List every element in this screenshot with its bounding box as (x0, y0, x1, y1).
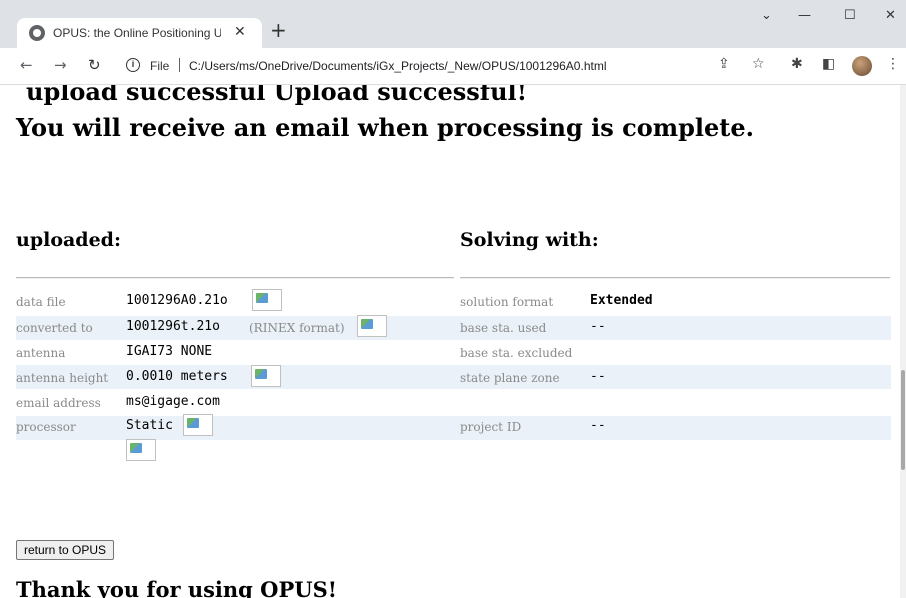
browser-toolbar: ← → ↻ i File C:/Users/ms/OneDrive/Docume… (0, 48, 906, 85)
info-icon[interactable]: i (126, 58, 140, 72)
data-file-value: 1001296A0.21o (126, 293, 228, 308)
email-address-label: email address (16, 396, 101, 410)
base-sta-used-value: -- (590, 319, 606, 334)
tab-close-icon[interactable]: ✕ (234, 23, 246, 40)
antenna-height-value: 0.0010 meters (126, 369, 228, 384)
solution-format-label: solution format (460, 295, 554, 309)
share-icon[interactable]: ⇪ (718, 56, 730, 72)
minimize-icon[interactable]: — (798, 8, 811, 23)
broken-image-icon (252, 289, 282, 311)
broken-image-icon (357, 315, 387, 337)
converted-to-label: converted to (16, 321, 93, 335)
forward-icon[interactable]: → (54, 56, 67, 74)
converted-to-value: 1001296t.21o (126, 319, 220, 334)
email-address-value: ms@igage.com (126, 394, 220, 409)
uploaded-heading: uploaded: (16, 229, 121, 251)
broken-image-icon (126, 439, 156, 461)
processor-value: Static (126, 418, 173, 433)
divider-right (460, 277, 890, 279)
broken-image-icon (251, 365, 281, 387)
data-file-label: data file (16, 295, 66, 309)
antenna-value: IGAI73 NONE (126, 344, 213, 359)
state-plane-zone-label: state plane zone (460, 371, 560, 385)
processing-note: You will receive an email when processin… (16, 113, 754, 142)
antenna-label: antenna (16, 346, 66, 360)
processor-label: processor (16, 420, 76, 434)
extensions-icon[interactable]: ✱ (791, 56, 803, 72)
page-scrollbar[interactable] (900, 85, 906, 598)
project-id-value: -- (590, 418, 606, 433)
solution-format-value: Extended (590, 293, 653, 308)
thank-you-message: Thank you for using OPUS! (16, 577, 337, 598)
return-to-opus-button[interactable]: return to OPUS (16, 540, 115, 560)
tab-search-icon[interactable]: ⌄ (761, 8, 772, 23)
globe-icon (29, 25, 45, 41)
browser-tab[interactable]: OPUS: the Online Positioning Use ✕ (17, 18, 262, 48)
star-icon[interactable]: ☆ (752, 56, 765, 72)
browser-titlebar: OPUS: the Online Positioning Use ✕ + ⌄ —… (0, 0, 906, 48)
file-label: File (150, 59, 170, 73)
base-sta-used-label: base sta. used (460, 321, 547, 335)
reload-icon[interactable]: ↻ (88, 56, 101, 74)
maximize-icon[interactable]: ☐ (844, 8, 856, 23)
sidepanel-icon[interactable]: ◧ (822, 56, 835, 72)
new-tab-button[interactable]: + (270, 20, 287, 40)
page-content: upload successful Upload successful! You… (0, 85, 900, 598)
base-sta-excluded-label: base sta. excluded (460, 346, 573, 360)
menu-icon[interactable]: ⋮ (886, 56, 900, 72)
antenna-height-label: antenna height (16, 371, 109, 385)
state-plane-zone-value: -- (590, 369, 606, 384)
back-icon[interactable]: ← (20, 56, 33, 74)
close-window-icon[interactable]: ✕ (885, 8, 896, 23)
upload-status-heading: upload successful Upload successful! (16, 85, 527, 106)
project-id-label: project ID (460, 420, 522, 434)
address-separator (179, 58, 180, 72)
scrollbar-thumb[interactable] (901, 370, 905, 470)
avatar[interactable] (852, 56, 872, 76)
rinex-format-note: (RINEX format) (249, 321, 345, 335)
tab-title: OPUS: the Online Positioning Use (53, 26, 221, 40)
broken-image-icon (183, 414, 213, 436)
address-bar[interactable]: C:/Users/ms/OneDrive/Documents/iGx_Proje… (189, 59, 607, 73)
solving-with-heading: Solving with: (460, 229, 599, 251)
divider-left (16, 277, 454, 279)
